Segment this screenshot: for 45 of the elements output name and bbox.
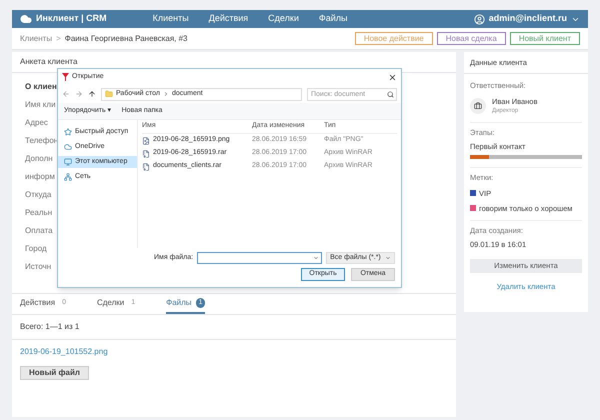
folder-icon	[105, 90, 113, 98]
search-icon	[387, 90, 394, 98]
new-file-button[interactable]: Новый файл	[20, 366, 90, 380]
chevron-icon[interactable]	[162, 91, 169, 97]
star-icon	[64, 128, 72, 136]
avatar-icon	[470, 98, 486, 114]
file-link[interactable]: 2019-06-19_101552.png	[20, 346, 108, 358]
back-icon[interactable]	[62, 90, 70, 98]
nav-link[interactable]: Клиенты	[152, 12, 189, 26]
nav-link[interactable]: Действия	[208, 12, 248, 26]
breadcrumb-link[interactable]: Клиенты	[20, 32, 52, 44]
action-button[interactable]: Новая сделка	[436, 32, 506, 45]
field-label: Реальн	[25, 207, 52, 219]
network-icon	[64, 173, 72, 181]
up-icon[interactable]	[88, 90, 96, 98]
section-title: О клиен	[25, 81, 57, 93]
breadcrumb-current: Фаина Георгиевна Раневская, #3	[64, 32, 188, 44]
field-label: Откуда	[25, 189, 52, 201]
field-label: Источн	[25, 261, 52, 273]
field-label: Дополн	[25, 153, 53, 165]
user-icon	[474, 14, 485, 24]
archive-file-icon	[142, 162, 150, 170]
field-label: Имя кли	[25, 99, 56, 111]
field-label: Город	[25, 243, 47, 255]
cloud-icon	[64, 143, 72, 151]
monitor-icon	[64, 158, 72, 166]
caret-icon[interactable]	[385, 255, 391, 261]
filename-field[interactable]	[197, 252, 322, 264]
forward-icon[interactable]	[75, 90, 83, 98]
nav-link[interactable]: Сделки	[268, 12, 299, 26]
close-icon[interactable]	[388, 72, 397, 82]
field-label: информ	[25, 171, 55, 183]
field-label: Телефон	[25, 135, 58, 147]
cloud-logo-icon	[20, 13, 32, 25]
archive-file-icon	[142, 150, 150, 158]
caret-icon[interactable]	[313, 255, 320, 261]
image-file-icon	[142, 136, 150, 144]
field-label: Адрес	[25, 117, 48, 129]
app-icon	[62, 73, 69, 81]
field-label: Оплата	[25, 225, 53, 237]
user-email[interactable]: admin@inclient.ru	[488, 12, 567, 26]
total-count: Всего: 1—1 из 1	[12, 315, 456, 340]
brand-name: Инклиент | CRM	[36, 12, 107, 26]
nav-link[interactable]: Файлы	[318, 12, 348, 26]
breadcrumb-separator: >	[56, 32, 61, 44]
